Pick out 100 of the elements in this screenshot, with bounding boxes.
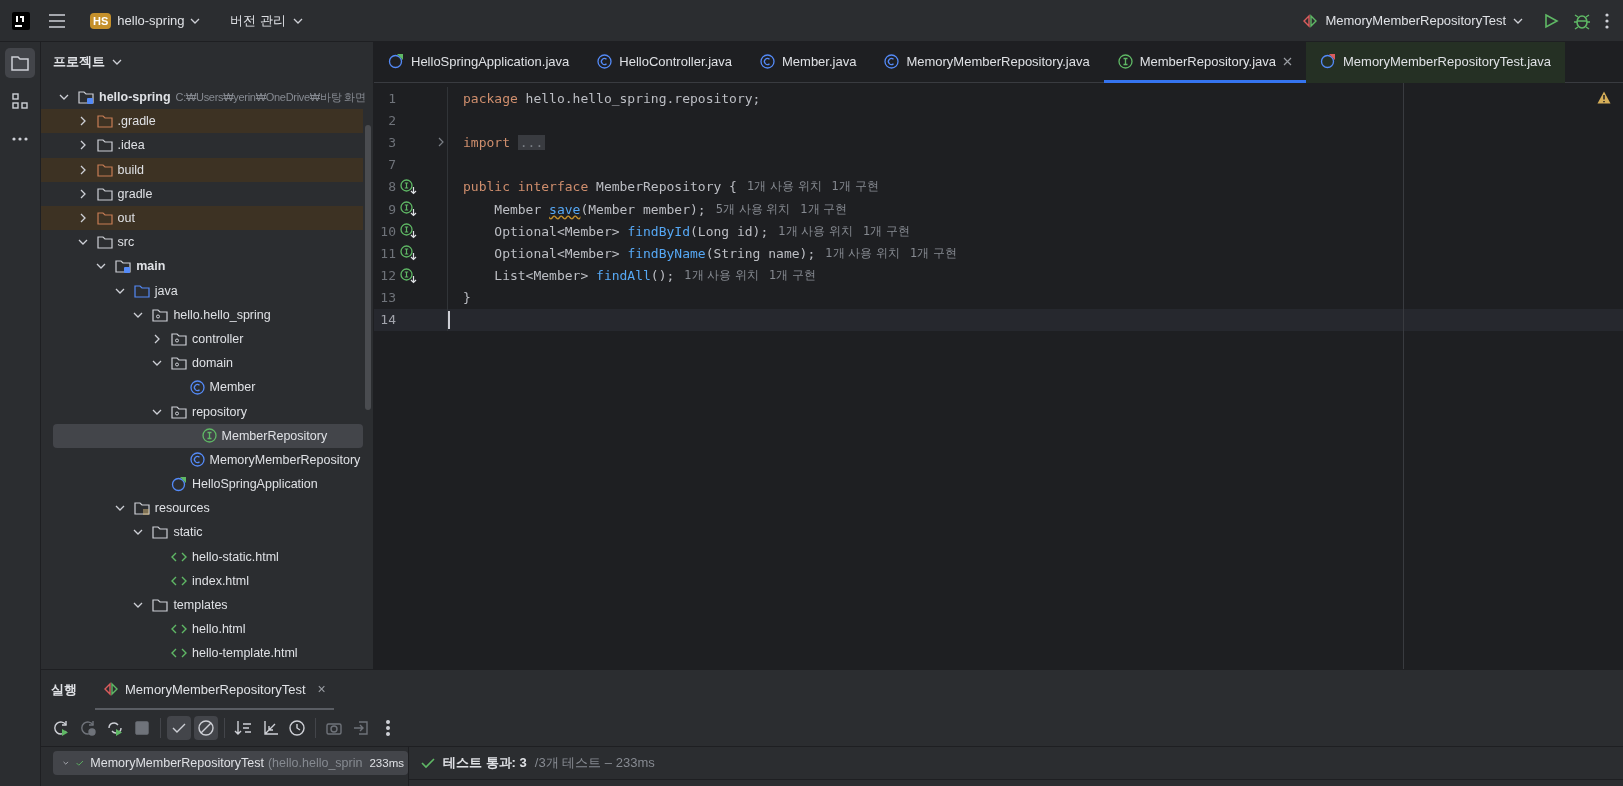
tree-item-label: hello.html — [192, 622, 246, 637]
project-tool-button[interactable] — [5, 48, 35, 78]
tree-item[interactable]: domain — [41, 351, 363, 376]
tree-item[interactable]: static — [41, 520, 363, 545]
tree-item[interactable]: MemoryMemberRepository — [41, 447, 363, 472]
tree-item[interactable]: hello.hello_spring — [41, 302, 363, 327]
run-tab[interactable]: MemoryMemberRepositoryTest × — [95, 670, 334, 710]
expanded-chevron-icon[interactable] — [152, 360, 162, 367]
tree-item[interactable]: main — [41, 254, 363, 279]
tree-item[interactable]: controller — [41, 326, 363, 352]
close-icon[interactable] — [1283, 56, 1292, 66]
tree-item[interactable]: hello.html — [41, 617, 363, 642]
expanded-chevron-icon[interactable] — [77, 239, 88, 246]
tree-item[interactable]: Member — [41, 375, 363, 400]
line-number: 10 — [379, 223, 396, 239]
tree-item[interactable]: HelloSpringApplication — [41, 472, 363, 497]
tree-item[interactable]: repository — [41, 399, 363, 424]
editor-tab[interactable]: HelloController.java — [583, 42, 746, 83]
caret-icon — [1513, 17, 1523, 24]
test-package: (hello.hello_sprin — [267, 756, 363, 770]
tree-item-label: resources — [154, 501, 210, 516]
implemented-marker-icon[interactable] — [400, 245, 418, 262]
tree-item[interactable]: .idea — [41, 133, 363, 158]
close-tab-button[interactable]: × — [317, 681, 326, 697]
code-text: Optional<Member> — [493, 223, 621, 239]
folder-icon — [96, 162, 113, 177]
expanded-chevron-icon[interactable] — [114, 287, 125, 294]
collapsed-chevron-icon[interactable] — [154, 333, 160, 344]
tree-item[interactable]: hello-static.html — [41, 544, 363, 569]
run-config-selector[interactable]: MemoryMemberRepositoryTest — [1296, 9, 1529, 32]
test-name: MemoryMemberRepositoryTest — [90, 756, 264, 770]
folder-icon — [152, 525, 169, 540]
line-number: 14 — [379, 312, 396, 328]
inlay-hint[interactable]: 1개 구현 — [831, 179, 879, 195]
package-icon — [171, 331, 187, 346]
collapsed-chevron-icon[interactable] — [79, 140, 86, 151]
tree-item[interactable]: build — [41, 157, 363, 182]
expanded-chevron-icon[interactable] — [96, 263, 107, 270]
text-cursor — [448, 310, 450, 329]
inlay-hint[interactable]: 1개 구현 — [909, 245, 957, 261]
collapsed-chevron-icon[interactable] — [79, 164, 86, 175]
tree-item[interactable]: hello-spring C:₩Users₩yerin₩OneDrive₩바탕 화면 — [41, 85, 373, 110]
inlay-hint[interactable]: 5개 사용 위치 — [715, 201, 791, 217]
editor-tab[interactable]: Member.java — [746, 42, 871, 83]
inlay-hint[interactable]: 1개 구현 — [769, 268, 816, 284]
expanded-chevron-icon[interactable] — [133, 311, 144, 318]
code-text: Member — [493, 201, 543, 217]
tree-item[interactable]: resources — [41, 496, 363, 521]
inlay-hint[interactable]: 1개 구현 — [862, 223, 910, 239]
tree-item[interactable]: src — [41, 230, 363, 255]
run-icon[interactable] — [1543, 12, 1559, 29]
more-icon[interactable] — [1605, 12, 1609, 29]
expanded-chevron-icon[interactable] — [133, 602, 144, 609]
tree-item[interactable]: .gradle — [41, 109, 363, 134]
implemented-marker-icon[interactable] — [400, 267, 418, 284]
editor-tab[interactable]: MemoryMemberRepository.java — [870, 42, 1104, 83]
tree-item[interactable]: MemberRepository — [53, 423, 363, 448]
inlay-hint[interactable]: 1개 사용 위치 — [778, 223, 853, 239]
editor-tab[interactable]: HelloSpringApplication.java — [374, 42, 584, 83]
expanded-chevron-icon[interactable] — [152, 408, 162, 415]
tree-item[interactable]: hello-template.html — [41, 641, 363, 666]
inlay-hint[interactable]: 1개 사용 위치 — [684, 268, 759, 284]
project-view-selector[interactable]: 프로젝트 — [47, 49, 128, 75]
menu-icon[interactable] — [48, 13, 66, 28]
expanded-chevron-icon[interactable] — [133, 529, 144, 536]
tree-item[interactable]: gradle — [41, 181, 363, 206]
fold-chevron-icon[interactable] — [438, 137, 444, 148]
implemented-marker-icon[interactable] — [400, 178, 418, 195]
collapsed-chevron-icon[interactable] — [79, 116, 86, 127]
test-class-icon — [1320, 53, 1336, 69]
vcs-menu[interactable]: 버전 관리 — [224, 7, 310, 34]
code-text: (Long id); — [690, 223, 769, 239]
code-text: hello.hello_spring.repository; — [524, 90, 761, 106]
project-switcher[interactable]: HS hello-spring — [84, 8, 207, 33]
app-logo-icon[interactable] — [12, 11, 30, 30]
inlay-hint[interactable]: 1개 구현 — [800, 201, 848, 217]
tree-item[interactable]: templates — [41, 592, 363, 618]
line-number: 3 — [387, 134, 396, 150]
test-tree-item[interactable]: MemoryMemberRepositoryTest (hello.hello_sprin 233ms — [53, 751, 408, 775]
module-folder-icon — [78, 90, 94, 105]
tree-item[interactable]: index.html — [41, 568, 363, 593]
debug-bug-icon[interactable] — [1573, 11, 1591, 30]
warning-icon[interactable] — [1597, 91, 1611, 104]
collapsed-chevron-icon[interactable] — [79, 188, 86, 199]
ignored-icon[interactable] — [194, 716, 218, 740]
test-duration: 233ms — [369, 757, 404, 769]
expanded-chevron-icon[interactable] — [114, 505, 125, 512]
tree-item[interactable]: java — [41, 278, 363, 303]
line-number: 7 — [387, 157, 396, 173]
package-icon — [171, 404, 187, 419]
html-file-icon — [171, 647, 187, 660]
tree-item[interactable]: out — [41, 205, 363, 231]
implemented-marker-icon[interactable] — [400, 223, 418, 240]
collapsed-chevron-icon[interactable] — [79, 213, 86, 224]
editor-tab[interactable]: MemoryMemberRepositoryTest.java — [1306, 42, 1566, 83]
check-icon[interactable] — [167, 716, 191, 740]
inlay-hint[interactable]: 1개 사용 위치 — [825, 245, 900, 261]
expanded-chevron-icon[interactable] — [59, 94, 69, 101]
inlay-hint[interactable]: 1개 사용 위치 — [746, 179, 822, 195]
implemented-marker-icon[interactable] — [400, 201, 418, 218]
